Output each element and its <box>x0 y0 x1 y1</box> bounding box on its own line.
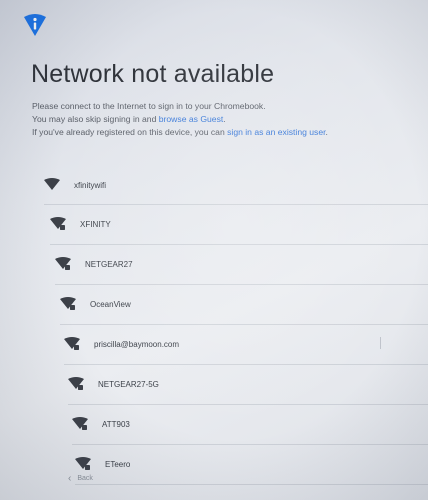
browse-as-guest-link[interactable]: browse as Guest <box>159 114 223 124</box>
network-item[interactable]: XFINITY <box>50 204 428 245</box>
description-line-2-prefix: You may also skip signing in and <box>32 114 159 124</box>
description-line-3-suffix: . <box>325 127 328 137</box>
network-item[interactable]: NETGEAR27 <box>55 244 428 285</box>
network-name: ETeero <box>105 459 131 469</box>
network-name: priscilla@baymoon.com <box>94 339 180 349</box>
network-item[interactable]: priscilla@baymoon.com <box>64 324 428 365</box>
description-line-1: Please connect to the Internet to sign i… <box>32 101 266 111</box>
network-name: xfinitywifi <box>74 180 107 190</box>
network-item[interactable]: NETGEAR27-5G <box>68 364 428 405</box>
description-line-3-prefix: If you've already registered on this dev… <box>32 127 228 137</box>
description-line-2: You may also skip signing in and browse … <box>32 113 422 126</box>
chevron-left-icon: ‹ <box>68 473 72 484</box>
sign-in-existing-user-link[interactable]: sign in as an existing user <box>227 127 325 137</box>
network-item[interactable]: ETeero <box>75 444 428 485</box>
divider <box>380 337 381 349</box>
wifi-secured-icon <box>60 297 76 310</box>
wifi-secured-icon <box>75 457 91 470</box>
description-line-3: If you've already registered on this dev… <box>32 126 422 139</box>
wifi-secured-icon <box>64 337 80 350</box>
wifi-secured-icon <box>55 257 71 270</box>
chromebook-network-screen: Network not available Please connect to … <box>0 0 428 500</box>
network-name: NETGEAR27 <box>85 259 133 269</box>
wifi-open-icon <box>44 178 60 190</box>
network-item[interactable]: ATT903 <box>72 404 428 445</box>
wifi-secured-icon <box>72 417 88 430</box>
wifi-secured-icon <box>68 377 84 390</box>
description-text: Please connect to the Internet to sign i… <box>32 100 422 139</box>
info-icon <box>24 14 46 36</box>
page-title: Network not available <box>31 60 275 88</box>
back-label: Back <box>77 475 93 482</box>
network-name: NETGEAR27-5G <box>98 379 159 389</box>
network-name: ATT903 <box>102 419 130 429</box>
description-line-2-suffix: . <box>223 114 226 124</box>
back-button[interactable]: ‹ Back <box>68 473 93 484</box>
network-item[interactable]: OceanView <box>60 284 428 325</box>
network-name: OceanView <box>90 299 131 309</box>
network-item[interactable]: xfinitywifi <box>44 166 428 205</box>
network-name: XFINITY <box>80 219 111 229</box>
wifi-secured-icon <box>50 217 66 230</box>
